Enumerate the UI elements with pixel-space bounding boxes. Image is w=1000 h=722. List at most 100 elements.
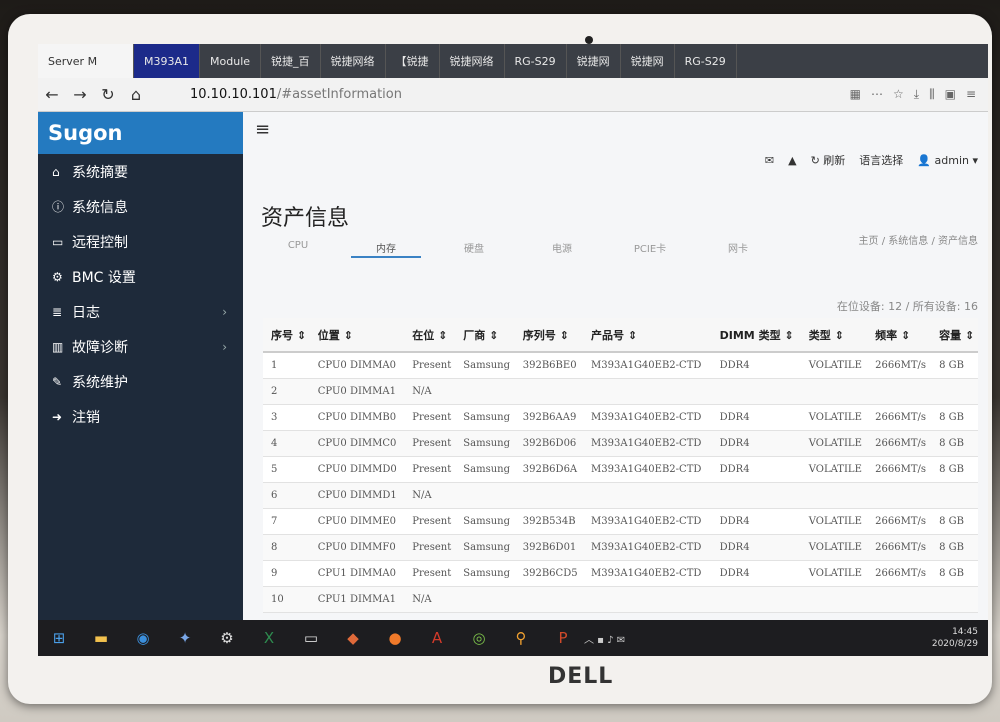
- asset-tab-3[interactable]: 硬盘: [439, 240, 509, 258]
- table-cell: M393A1G40EB2-CTD: [583, 404, 712, 431]
- more-icon[interactable]: ⋯: [871, 87, 883, 102]
- search-icon[interactable]: ⚲: [500, 620, 542, 656]
- sidebar-item-label: BMC 设置: [72, 269, 136, 286]
- folder-icon[interactable]: ▬: [80, 620, 122, 656]
- firefox-icon[interactable]: ●: [374, 620, 416, 656]
- table-cell: [867, 482, 932, 509]
- database-icon: ≣: [52, 304, 63, 319]
- column-header-1[interactable]: 序号 ⇕: [263, 318, 310, 353]
- table-cell: Samsung: [455, 456, 515, 483]
- bookmark-star-icon[interactable]: ☆: [893, 87, 904, 102]
- asset-tab-1[interactable]: CPU: [263, 240, 333, 258]
- table-cell: 1: [263, 352, 310, 379]
- browser-tab-5[interactable]: 锐捷网络: [321, 44, 386, 78]
- table-row: 3 CPU0 DIMMB0 Present Samsung 392B6AA9 M393A1…: [263, 404, 978, 431]
- sidebar-item-8[interactable]: ➜ 注销: [38, 399, 243, 434]
- browser-tab-8[interactable]: RG-S29: [505, 44, 567, 78]
- download-icon[interactable]: ⤓: [914, 87, 919, 102]
- table-cell: M393A1G40EB2-CTD: [583, 560, 712, 587]
- back-icon[interactable]: ←: [38, 85, 66, 104]
- column-header-4[interactable]: 厂商 ⇕: [455, 318, 515, 353]
- reload-icon[interactable]: ↻: [94, 85, 122, 104]
- column-header-9[interactable]: 频率 ⇕: [867, 318, 932, 353]
- table-cell: [800, 378, 868, 405]
- library-icon[interactable]: ⫼: [929, 87, 935, 102]
- browser-tab-6[interactable]: 【锐捷: [386, 44, 440, 78]
- sidebar-item-label: 系统摘要: [72, 164, 128, 181]
- table-cell: 4: [263, 430, 310, 457]
- browser-icon[interactable]: ◉: [122, 620, 164, 656]
- table-cell: 392B6D01: [514, 534, 584, 561]
- address-field[interactable]: 10.10.10.101/#assetInformation: [190, 87, 402, 102]
- table-cell: Samsung: [455, 404, 515, 431]
- browser-tab-11[interactable]: RG-S29: [675, 44, 737, 78]
- sidebar-item-1[interactable]: ⌂ 系统摘要: [38, 154, 243, 189]
- refresh-button[interactable]: ↻ 刷新: [811, 152, 846, 168]
- table-cell: [800, 586, 868, 613]
- excel-icon[interactable]: X: [248, 620, 290, 656]
- table-row: 1 CPU0 DIMMA0 Present Samsung 392B6BE0 M393A1…: [263, 352, 978, 379]
- sidebar-item-2[interactable]: ⓘ 系统信息: [38, 189, 243, 224]
- browser-tab-1[interactable]: Server M: [38, 44, 134, 78]
- asset-tab-2[interactable]: 内存: [351, 240, 421, 258]
- column-header-2[interactable]: 位置 ⇕: [309, 318, 405, 353]
- sidebar-item-4[interactable]: ⚙ BMC 设置: [38, 259, 243, 294]
- bird-icon[interactable]: ✦: [164, 620, 206, 656]
- asset-tab-6[interactable]: 网卡: [703, 240, 773, 258]
- acrobat-icon[interactable]: A: [416, 620, 458, 656]
- table-cell: VOLATILE: [800, 352, 868, 379]
- page-title: 资产信息: [261, 206, 350, 231]
- sidebar-item-7[interactable]: ✎ 系统维护: [38, 364, 243, 399]
- sidebar-item-3[interactable]: ▭ 远程控制: [38, 224, 243, 259]
- table-cell: 2666MT/s: [867, 560, 932, 587]
- table-cell: CPU0 DIMMB0: [309, 404, 405, 431]
- table-cell: [455, 378, 515, 405]
- column-header-8[interactable]: 类型 ⇕: [800, 318, 868, 353]
- menu-toggle-button[interactable]: ≡: [243, 112, 988, 146]
- column-header-7[interactable]: DIMM 类型 ⇕: [711, 318, 801, 353]
- browser-tab-2[interactable]: M393A1: [134, 44, 201, 78]
- table-row: 4 CPU0 DIMMC0 Present Samsung 392B6D06 M393A1…: [263, 430, 978, 457]
- column-header-3[interactable]: 在位 ⇕: [404, 318, 456, 353]
- paint-icon[interactable]: ◆: [332, 620, 374, 656]
- chart-icon: ▥: [52, 339, 64, 354]
- browser-tab-3[interactable]: Module: [200, 44, 262, 78]
- powerpoint-icon[interactable]: P: [542, 620, 584, 656]
- column-header-10[interactable]: 容量 ⇕: [931, 318, 978, 353]
- qr-icon[interactable]: ▦: [850, 87, 861, 102]
- forward-icon[interactable]: →: [66, 85, 94, 104]
- taskbar-clock[interactable]: 14:45 2020/8/29: [932, 626, 978, 650]
- table-cell: 5: [263, 456, 310, 483]
- table-cell: 3: [263, 404, 310, 431]
- windows-taskbar: ⊞ ▬ ◉ ✦ ⚙ X ▭ ◆ ● A ◎ ⚲ P ︿ ▪ ♪ ✉ 14:45 2020/8/29: [38, 620, 988, 656]
- mail-icon[interactable]: ✉: [765, 154, 774, 167]
- wechat-icon[interactable]: ◎: [458, 620, 500, 656]
- column-header-5[interactable]: 序列号 ⇕: [514, 318, 584, 353]
- asset-tab-4[interactable]: 电源: [527, 240, 597, 258]
- table-header-row: 序号 ⇕ 位置 ⇕ 在位 ⇕ 厂商 ⇕ 序列号 ⇕ 产品号 ⇕ DIMM 类型 ⇕ 类型 ⇕ 频…: [263, 318, 978, 353]
- browser-tab-7[interactable]: 锐捷网络: [440, 44, 505, 78]
- breadcrumb: 主页 / 系统信息 / 资产信息: [858, 236, 978, 247]
- sidebar-icon[interactable]: ▣: [945, 87, 956, 102]
- sidebar-item-label: 系统信息: [72, 199, 128, 216]
- terminal-icon[interactable]: ▭: [290, 620, 332, 656]
- table-cell: Present: [404, 508, 456, 535]
- browser-tab-10[interactable]: 锐捷网: [621, 44, 675, 78]
- table-cell: N/A: [404, 482, 456, 509]
- language-button[interactable]: 语言选择: [859, 152, 903, 168]
- system-tray[interactable]: ︿ ▪ ♪ ✉: [584, 631, 625, 646]
- warning-icon[interactable]: ▲: [788, 154, 796, 167]
- browser-tab-9[interactable]: 锐捷网: [567, 44, 621, 78]
- home-icon[interactable]: ⌂: [122, 85, 150, 104]
- windows-icon[interactable]: ⊞: [38, 620, 80, 656]
- sugon-logo[interactable]: Sugon: [38, 112, 243, 154]
- sidebar-item-5[interactable]: ≣ 日志 ›: [38, 294, 243, 329]
- gear-icon[interactable]: ⚙: [206, 620, 248, 656]
- user-menu[interactable]: 👤 admin ▾: [917, 154, 978, 167]
- sidebar-item-6[interactable]: ▥ 故障诊断 ›: [38, 329, 243, 364]
- menu-icon[interactable]: ≡: [966, 87, 976, 102]
- column-header-6[interactable]: 产品号 ⇕: [583, 318, 712, 353]
- asset-tab-5[interactable]: PCIE卡: [615, 240, 685, 258]
- table-cell: 2: [263, 378, 310, 405]
- browser-tab-4[interactable]: 锐捷_百: [261, 44, 321, 78]
